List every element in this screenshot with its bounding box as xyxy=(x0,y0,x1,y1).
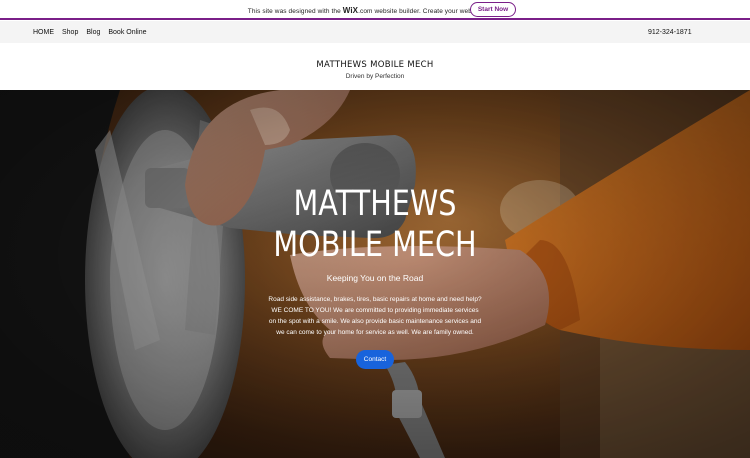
hero-title: MATTHEWS MOBILE MECH xyxy=(273,184,478,266)
hero-tagline: Keeping You on the Road xyxy=(326,273,424,283)
hero-title-line1: MATTHEWS xyxy=(293,184,457,224)
site-title[interactable]: MATTHEWS MOBILE MECH xyxy=(0,60,750,70)
hero-section: MATTHEWS MOBILE MECH Keeping You on the … xyxy=(0,90,750,458)
wix-banner: This site was designed with the WiX.com … xyxy=(0,0,750,20)
nav-item-home[interactable]: HOME xyxy=(33,29,54,36)
nav-item-shop[interactable]: Shop xyxy=(62,29,78,36)
wix-logo: WiX xyxy=(342,5,359,15)
site-subtitle: Driven by Perfection xyxy=(345,73,405,80)
site-header: MATTHEWS MOBILE MECH Driven by Perfectio… xyxy=(0,43,750,90)
top-nav: HOME Shop Blog Book Online 912-324-1871 xyxy=(0,21,750,43)
wix-banner-text: This site was designed with the WiX.com … xyxy=(248,6,502,15)
nav-item-book-online[interactable]: Book Online xyxy=(108,29,146,36)
wix-logo-suffix: .com xyxy=(358,7,373,15)
nav-links: HOME Shop Blog Book Online xyxy=(33,21,147,43)
hero-description: Road side assistance, brakes, tires, bas… xyxy=(268,296,482,336)
hero-title-line2: MOBILE MECH xyxy=(273,225,477,265)
nav-item-blog[interactable]: Blog xyxy=(86,29,100,36)
phone-number[interactable]: 912-324-1871 xyxy=(648,21,692,43)
start-now-button[interactable]: Start Now xyxy=(470,2,516,17)
contact-button[interactable]: Contact xyxy=(356,350,394,369)
wix-banner-divider xyxy=(0,18,750,20)
wix-text-before: This site was designed with the xyxy=(247,7,343,15)
